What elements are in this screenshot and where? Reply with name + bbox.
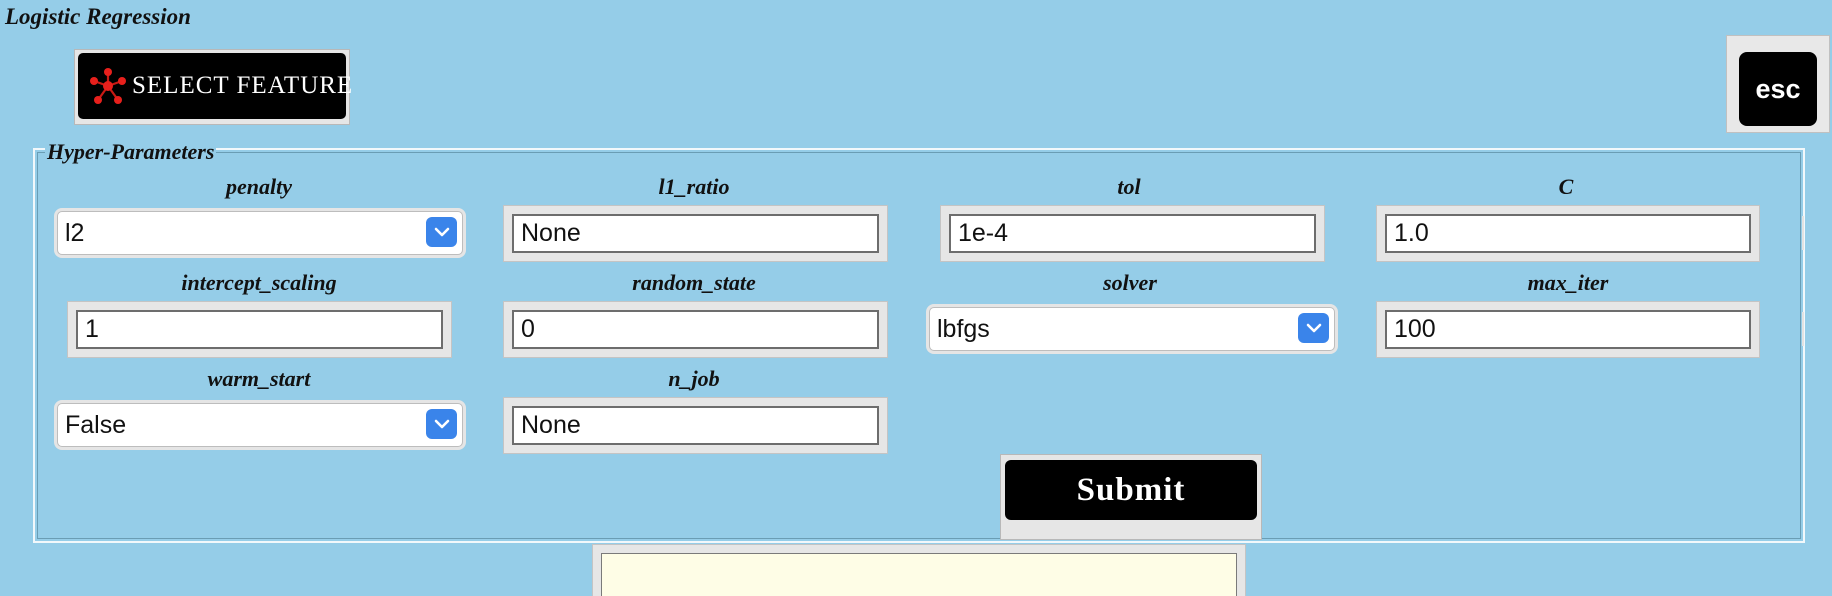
l1-ratio-label: l1_ratio — [658, 174, 730, 199]
chevron-down-icon — [426, 409, 457, 439]
scroll-edge — [1802, 312, 1806, 346]
submit-button-frame: Submit — [1000, 454, 1262, 540]
l1-ratio-input[interactable]: None — [512, 214, 879, 253]
esc-button[interactable]: esc — [1739, 52, 1817, 126]
solver-label: solver — [1103, 270, 1157, 295]
hyper-parameters-legend: Hyper-Parameters — [45, 139, 217, 165]
max-iter-label: max_iter — [1527, 270, 1609, 295]
penalty-select[interactable]: l2 — [57, 211, 463, 255]
esc-button-frame: esc — [1726, 35, 1830, 133]
random-state-input[interactable]: 0 — [512, 310, 879, 349]
warm-start-select[interactable]: False — [57, 403, 463, 447]
tol-field-frame: 1e-4 — [940, 205, 1325, 262]
window-title: Logistic Regression — [5, 4, 191, 29]
tol-input[interactable]: 1e-4 — [949, 214, 1316, 253]
output-text-area[interactable] — [601, 553, 1237, 596]
warm-start-label: warm_start — [207, 366, 311, 391]
intercept-scaling-input[interactable]: 1 — [76, 310, 443, 349]
network-star-icon — [90, 68, 126, 104]
select-feature-button[interactable]: SELECT FEATURE — [78, 53, 352, 119]
max-iter-input[interactable]: 100 — [1385, 310, 1751, 349]
l1-ratio-field-frame: None — [503, 205, 888, 262]
c-field-frame: 1.0 — [1376, 205, 1760, 262]
intercept-scaling-field-frame: 1 — [67, 301, 452, 358]
intercept-scaling-label: intercept_scaling — [181, 270, 337, 295]
solver-select[interactable]: lbfgs — [929, 307, 1335, 351]
chevron-down-icon — [1298, 313, 1329, 343]
select-feature-button-frame: SELECT FEATURE — [74, 49, 352, 125]
n-job-input[interactable]: None — [512, 406, 879, 445]
random-state-field-frame: 0 — [503, 301, 888, 358]
random-state-label: random_state — [632, 270, 756, 295]
chevron-down-icon — [426, 217, 457, 247]
c-input[interactable]: 1.0 — [1385, 214, 1751, 253]
c-label: C — [1558, 174, 1574, 199]
warm-start-select-value: False — [65, 410, 127, 439]
penalty-select-value: l2 — [65, 218, 85, 247]
penalty-label: penalty — [226, 174, 292, 199]
select-feature-label: SELECT FEATURE — [132, 72, 354, 99]
tol-label: tol — [1117, 174, 1141, 199]
output-frame — [592, 544, 1246, 596]
n-job-field-frame: None — [503, 397, 888, 454]
solver-select-value: lbfgs — [937, 314, 990, 343]
max-iter-field-frame: 100 — [1376, 301, 1760, 358]
n-job-label: n_job — [668, 366, 720, 391]
submit-button[interactable]: Submit — [1005, 460, 1257, 520]
scroll-edge — [1802, 216, 1806, 250]
